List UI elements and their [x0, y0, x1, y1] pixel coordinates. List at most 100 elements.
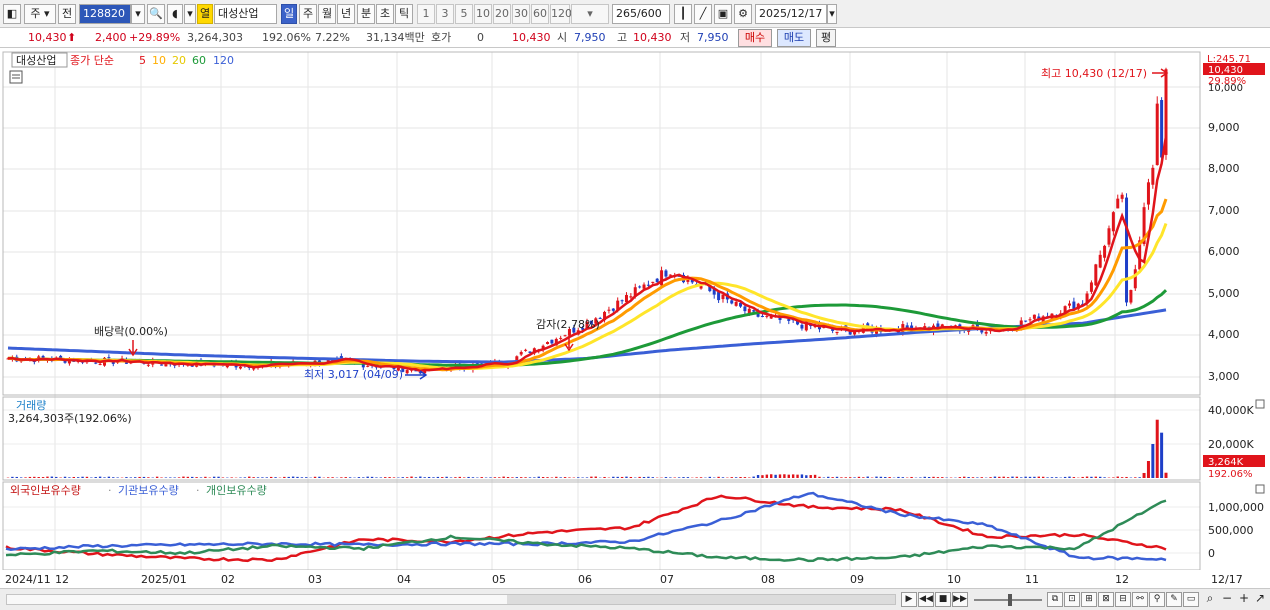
candle-body: [405, 370, 409, 374]
interval-120[interactable]: 120: [550, 4, 572, 24]
draw-tools-icon[interactable]: ╱: [694, 4, 712, 24]
candle-body: [98, 363, 102, 365]
volume-bar: [46, 476, 49, 478]
zoom-search-icon[interactable]: ⌕: [1202, 592, 1218, 607]
volume-bar: [533, 477, 536, 478]
buy-button[interactable]: 매수: [738, 29, 772, 47]
volume-value: 3,264,303: [187, 31, 243, 44]
volume-bar: [414, 477, 418, 478]
interval-5[interactable]: 5: [455, 4, 473, 24]
yeol-badge[interactable]: 열: [197, 4, 213, 24]
eval-button[interactable]: 평: [816, 29, 836, 47]
tab-tick[interactable]: 틱: [395, 4, 413, 24]
chart-tool-icon[interactable]: ⊞: [1081, 592, 1097, 607]
interval-30[interactable]: 30: [512, 4, 530, 24]
volume-bar: [1094, 476, 1098, 478]
volume-bar: [81, 476, 84, 478]
chart-tool-icon[interactable]: ⧉: [1047, 592, 1063, 607]
speaker-dropdown-icon[interactable]: ▾: [184, 4, 196, 24]
zoom-slider-handle[interactable]: [1008, 594, 1012, 606]
volume-bar: [72, 476, 75, 478]
interval-20[interactable]: 20: [493, 4, 511, 24]
type-select[interactable]: 주 ▾: [24, 4, 56, 24]
legend-separator: ·: [196, 484, 200, 497]
volume-bar: [590, 476, 593, 478]
chart-tool-icon[interactable]: ▭: [1183, 592, 1199, 607]
x-axis-label: 11: [1025, 573, 1039, 586]
zoom-slider[interactable]: [974, 594, 1042, 606]
price-tag: 10,430: [1208, 65, 1243, 76]
volume-panel-maximize-icon[interactable]: [1255, 399, 1265, 409]
zoom-in-icon[interactable]: +: [1236, 592, 1252, 607]
speaker-icon[interactable]: ◖: [167, 4, 183, 24]
x-axis-label: 10: [947, 573, 961, 586]
count-field[interactable]: 265/600: [612, 4, 670, 24]
fast-forward-icon[interactable]: ▶▶: [952, 592, 968, 607]
tab-day[interactable]: 일: [281, 4, 297, 24]
candle-body: [1160, 100, 1164, 158]
candle-body: [1089, 282, 1093, 292]
hoga-value: 0: [477, 31, 484, 44]
interval-10[interactable]: 10: [474, 4, 492, 24]
chart-area[interactable]: 대성산업 종가 단순 5 10 20 60 120 배당락(0.00%) 감자(…: [0, 50, 1270, 588]
chart-scrollbar[interactable]: [6, 594, 896, 605]
candle-icon[interactable]: ┃: [674, 4, 692, 24]
prev-button[interactable]: 전: [58, 4, 76, 24]
volume-bar: [155, 476, 159, 478]
interval-60[interactable]: 60: [531, 4, 549, 24]
tab-second[interactable]: 초: [376, 4, 394, 24]
chart-tool-icon[interactable]: ⚯: [1132, 592, 1148, 607]
volume-bar: [682, 477, 685, 478]
chart-tool-icon[interactable]: ⊠: [1098, 592, 1114, 607]
volume-bar: [844, 477, 847, 478]
volume-bar: [252, 477, 255, 478]
code-dropdown-icon[interactable]: ▾: [131, 4, 145, 24]
candle-body: [743, 306, 747, 312]
zoom-out-icon[interactable]: −: [1219, 592, 1235, 607]
tab-week[interactable]: 주: [299, 4, 317, 24]
volume-bar: [248, 476, 251, 478]
chart-tool-icon[interactable]: ✎: [1166, 592, 1182, 607]
expand-icon[interactable]: ↗: [1252, 592, 1268, 607]
volume-bar: [274, 477, 277, 478]
play-icon[interactable]: ▶: [901, 592, 917, 607]
volume-bar: [568, 477, 571, 478]
save-icon[interactable]: ▣: [714, 4, 732, 24]
volume-bar: [708, 476, 712, 478]
rewind-icon[interactable]: ◀◀: [918, 592, 934, 607]
volume-bar: [813, 474, 817, 478]
stock-code-input[interactable]: 128820: [79, 4, 131, 24]
stop-icon[interactable]: ■: [935, 592, 951, 607]
volume-bar: [651, 477, 654, 478]
volume-bar: [879, 476, 883, 478]
chart-tool-icon[interactable]: ⊟: [1115, 592, 1131, 607]
chart-tool-icon[interactable]: ⊡: [1064, 592, 1080, 607]
layout-icon[interactable]: ◧: [3, 4, 21, 24]
volume-bar: [1134, 477, 1137, 478]
custom-interval-select[interactable]: ▾: [571, 4, 609, 24]
volume-bar: [936, 477, 940, 478]
volume-bar: [37, 477, 40, 478]
volume-bar: [1112, 477, 1115, 478]
volume-bar: [958, 477, 962, 478]
tab-month[interactable]: 월: [318, 4, 336, 24]
volume-bar: [1033, 476, 1036, 478]
holdings-panel-maximize-icon[interactable]: [1255, 484, 1265, 494]
search-icon[interactable]: 🔍: [147, 4, 165, 24]
interval-3[interactable]: 3: [436, 4, 454, 24]
calculator-icon[interactable]: [9, 70, 23, 84]
gear-icon[interactable]: ⚙: [734, 4, 752, 24]
tab-year[interactable]: 년: [337, 4, 355, 24]
scrollbar-thumb[interactable]: [507, 595, 895, 604]
volume-bar: [910, 476, 913, 478]
tab-minute[interactable]: 분: [357, 4, 375, 24]
volume-bar: [318, 476, 321, 478]
sell-button[interactable]: 매도: [777, 29, 811, 47]
date-field[interactable]: 2025/12/17: [755, 4, 827, 24]
date-dropdown-icon[interactable]: ▾: [827, 4, 837, 24]
chart-tool-icon[interactable]: ⚲: [1149, 592, 1165, 607]
candle-body: [1028, 319, 1032, 321]
volume-bar: [489, 477, 492, 478]
up-arrow-icon: ⬆: [67, 31, 77, 44]
interval-1[interactable]: 1: [417, 4, 435, 24]
